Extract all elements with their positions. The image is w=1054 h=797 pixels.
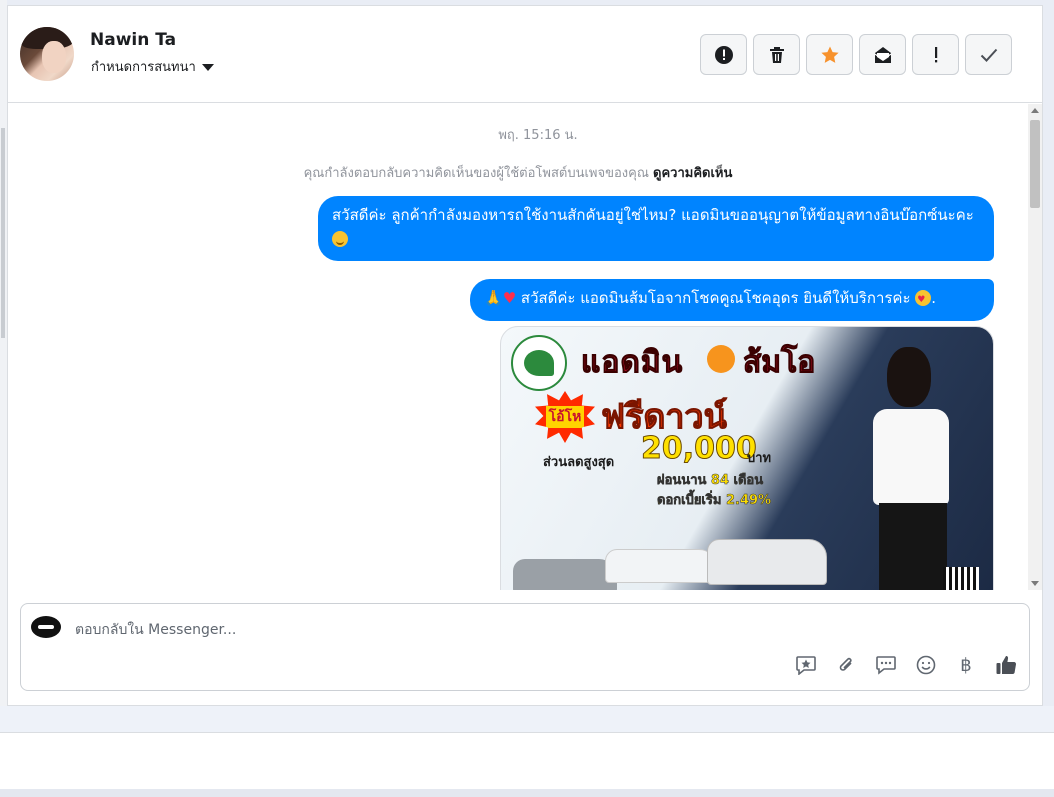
- left-edge: [0, 0, 7, 706]
- promo-title-admin: แอดมิน: [580, 345, 684, 381]
- caret-down-icon: [201, 64, 214, 71]
- pray-emoji-icon: 🙏: [484, 289, 503, 307]
- admin-head: [887, 347, 931, 407]
- comment-reply-notice: คุณกำลังตอบกลับความคิดเห็นของผู้ใช้ต่อโพ…: [8, 162, 1026, 183]
- notice-text: คุณกำลังตอบกลับความคิดเห็นของผู้ใช้ต่อโพ…: [303, 166, 649, 181]
- quick-reply-button[interactable]: [875, 654, 897, 676]
- mark-done-button[interactable]: [965, 34, 1012, 75]
- scroll-up-icon[interactable]: [1031, 108, 1039, 113]
- reply-composer: ฿: [20, 603, 1030, 691]
- mark-important-button[interactable]: [912, 34, 959, 75]
- conversation-header: Nawin Ta กำหนดการสนทนา: [8, 6, 1042, 103]
- emoji-button[interactable]: [915, 654, 937, 676]
- star-icon: [820, 46, 839, 63]
- baht-icon: ฿: [960, 654, 972, 676]
- attach-button[interactable]: [835, 654, 857, 676]
- promo-interest: ดอกเบี้ยเริ่ม 2.49%: [657, 493, 772, 509]
- message-bubble[interactable]: สวัสดีค่ะ ลูกค้ากำลังมองหารถใช้งานสักคัน…: [318, 196, 994, 261]
- scroll-down-icon[interactable]: [1031, 581, 1039, 586]
- check-icon: [980, 48, 997, 62]
- avatar-face: [42, 41, 66, 73]
- side-scroll-mark: [1, 128, 5, 338]
- star-button[interactable]: [806, 34, 853, 75]
- saved-reply-button[interactable]: [795, 654, 817, 676]
- promo-discount-value: 20,000: [641, 431, 758, 467]
- scroll-thumb[interactable]: [1030, 120, 1040, 208]
- window-bottom-strip: [0, 706, 1054, 732]
- exclamation-icon: [934, 46, 937, 62]
- conversation-panel: Nawin Ta กำหนดการสนทนา พฤ. 15:16 น. คุณก…: [7, 5, 1043, 706]
- reply-input[interactable]: [75, 620, 775, 640]
- trash-icon: [769, 46, 784, 63]
- admin-shirt: [873, 409, 949, 505]
- promo-image-attachment[interactable]: แอดมิน ส้มโอ โอ้โห ฟรีดาวน์ ส่วนลดสูงสุด…: [500, 326, 994, 590]
- page-footer-area: [0, 732, 1054, 789]
- message-bubble[interactable]: 🙏♥ สวัสดีค่ะ แอดมินส้มโอจากโชคคูณโชคอุดร…: [470, 279, 994, 321]
- paperclip-icon: [839, 657, 852, 671]
- delete-button[interactable]: [753, 34, 800, 75]
- promo-burst-badge: โอ้โห: [535, 391, 595, 443]
- promo-discount-unit: บาท: [747, 451, 772, 466]
- admin-photo: [865, 347, 957, 590]
- assign-conversation-dropdown[interactable]: กำหนดการสนทนา: [91, 56, 214, 77]
- message-text: สวัสดีค่ะ ลูกค้ากำลังมองหารถใช้งานสักคัน…: [332, 206, 974, 224]
- page-avatar: [31, 616, 61, 638]
- assign-label: กำหนดการสนทนา: [91, 60, 196, 75]
- orange-fruit-icon: [707, 345, 735, 373]
- qr-code-icon: [943, 567, 979, 590]
- message-thread[interactable]: พฤ. 15:16 น. คุณกำลังตอบกลับความคิดเห็นข…: [8, 104, 1026, 590]
- smile-emoji-icon: [332, 231, 348, 247]
- thread-scrollbar[interactable]: [1028, 104, 1042, 590]
- promo-title-name: ส้มโอ: [742, 345, 816, 381]
- pickup-truck-image: [707, 539, 827, 585]
- payment-button[interactable]: ฿: [955, 654, 977, 676]
- taskbar-edge: [0, 789, 1054, 797]
- conversation-toolbar: [700, 34, 1012, 75]
- report-spam-button[interactable]: [700, 34, 747, 75]
- promo-installment: ผ่อนนาน 84 เดือน: [657, 473, 764, 489]
- saved-reply-icon: [796, 656, 816, 675]
- composer-actions: ฿: [795, 654, 1017, 676]
- heart-eyes-emoji-icon: [915, 288, 932, 312]
- like-button[interactable]: [995, 654, 1017, 676]
- contact-name[interactable]: Nawin Ta: [90, 30, 176, 50]
- message-trailing: .: [931, 289, 937, 307]
- inbox-page: Nawin Ta กำหนดการสนทนา พฤ. 15:16 น. คุณก…: [0, 0, 1054, 797]
- heart-emoji-icon: ♥: [502, 289, 517, 307]
- mark-unread-button[interactable]: [859, 34, 906, 75]
- alert-circle-icon: [714, 45, 733, 64]
- contact-avatar[interactable]: [20, 27, 74, 81]
- message-timestamp: พฤ. 15:16 น.: [498, 128, 578, 143]
- admin-pants: [879, 503, 947, 590]
- promo-discount-label: ส่วนลดสูงสุด: [543, 455, 615, 470]
- chat-bubble-icon: [876, 656, 896, 675]
- car-image: [513, 559, 617, 590]
- pickup-truck-image: [605, 549, 717, 583]
- burst-text: โอ้โห: [545, 406, 585, 428]
- view-comment-link[interactable]: ดูความคิดเห็น: [653, 166, 732, 181]
- envelope-open-icon: [874, 46, 891, 63]
- thumbs-up-icon: [996, 656, 1017, 674]
- message-text: สวัสดีค่ะ แอดมินส้มโอจากโชคคูณโชคอุดร ยิ…: [520, 289, 911, 307]
- dealer-logo: [511, 335, 567, 391]
- smiley-icon: [916, 655, 936, 675]
